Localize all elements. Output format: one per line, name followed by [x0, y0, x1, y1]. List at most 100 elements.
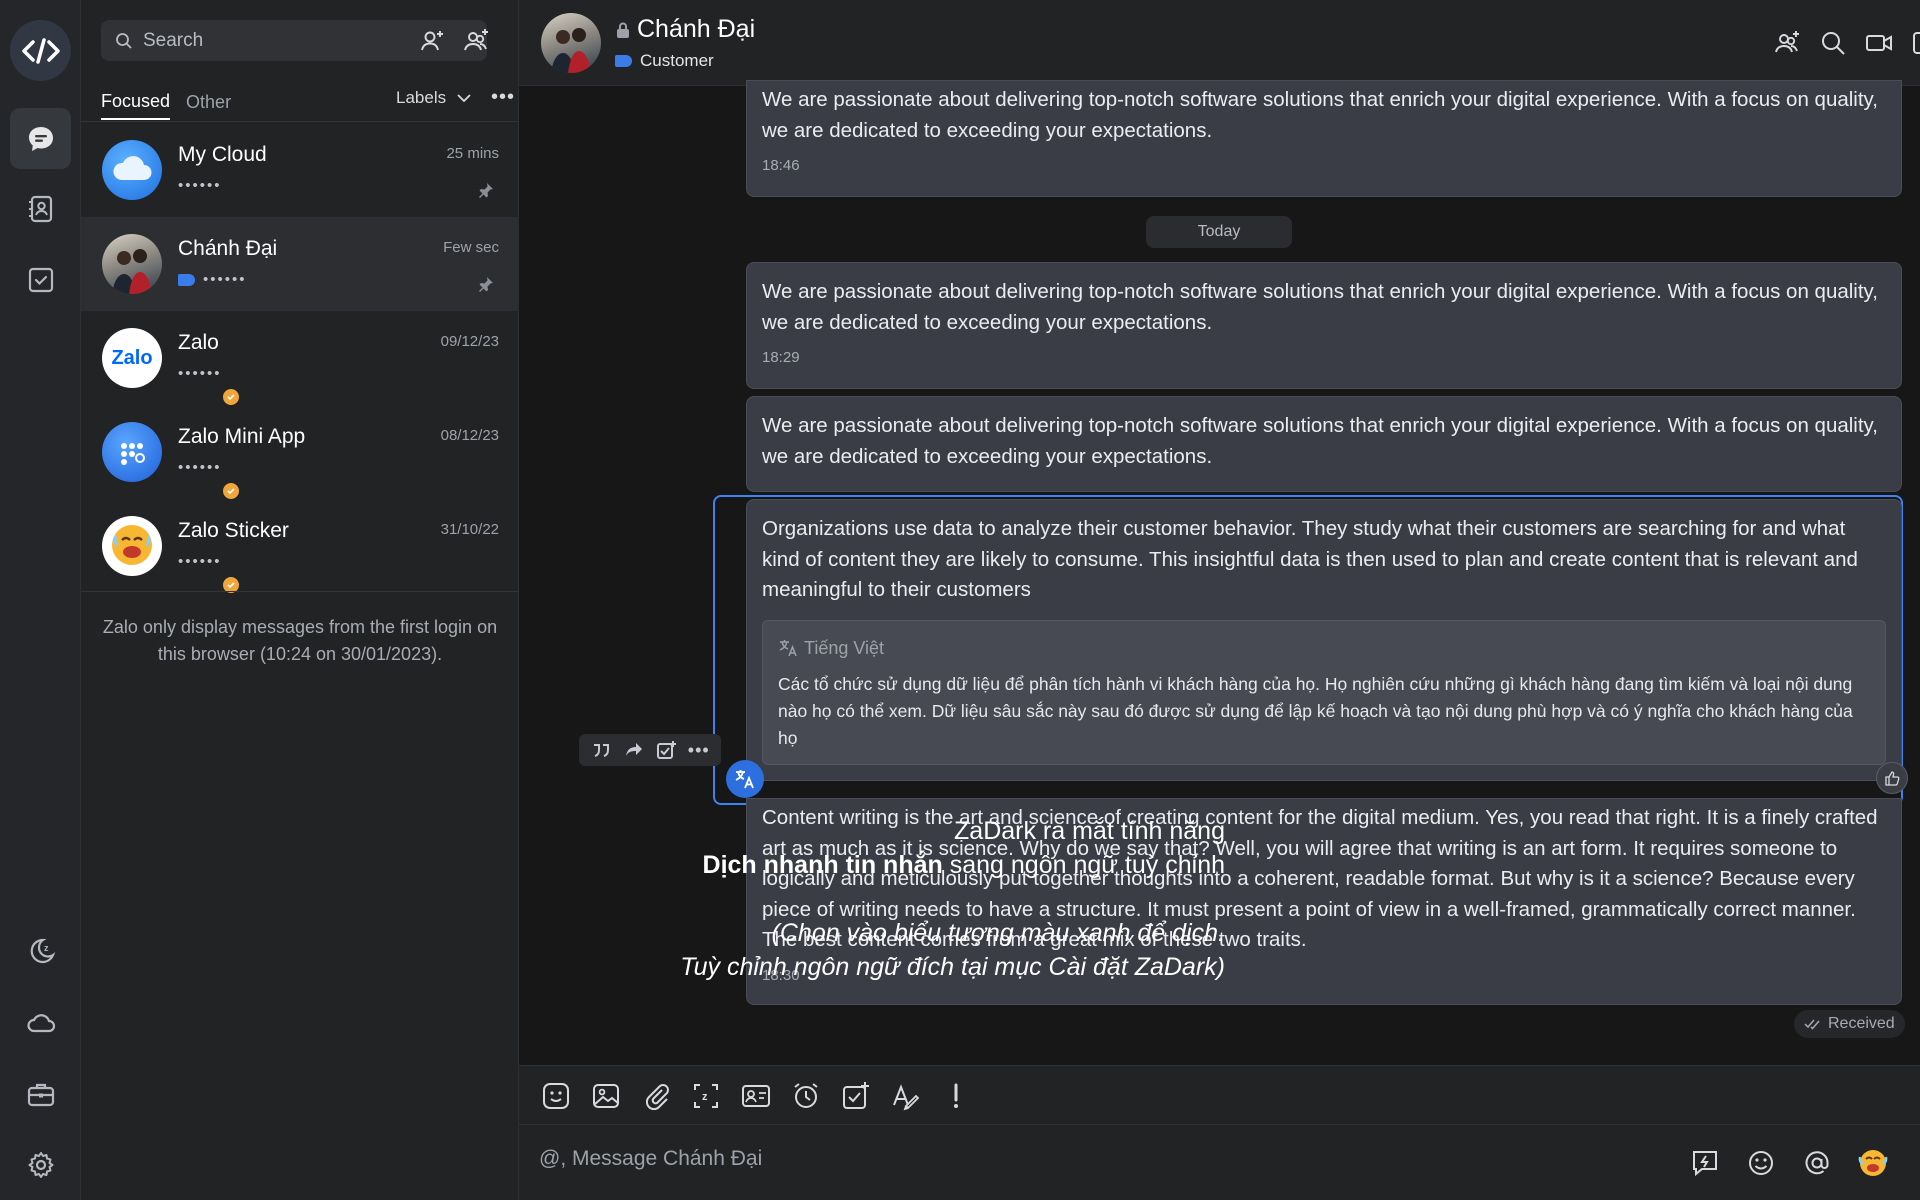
add-friend-icon[interactable] — [417, 26, 447, 56]
text-format-icon[interactable] — [890, 1080, 922, 1112]
sidebar-toggle-icon[interactable] — [1910, 28, 1920, 58]
customer-label-tag — [178, 273, 195, 286]
conversation-item-zalo[interactable]: Zalo Zalo 09/12/23 •••••• — [81, 311, 519, 407]
pin-icon — [479, 183, 493, 198]
conversation-name: Zalo — [178, 331, 219, 354]
preview-text: •••••• — [178, 553, 222, 570]
zalo-sticker-logo-icon — [102, 516, 162, 576]
avatar[interactable] — [541, 13, 601, 73]
checkbox-icon — [28, 267, 53, 292]
nav-contacts[interactable] — [10, 178, 71, 239]
moon-z-icon: z — [30, 938, 55, 963]
nav-rail: z — [0, 0, 81, 1200]
screenshot-icon[interactable]: z — [690, 1080, 722, 1112]
translation-text: Các tổ chức sử dụng dữ liệu để phân tích… — [778, 674, 1853, 748]
nav-todo[interactable] — [10, 249, 71, 310]
sticker-icon[interactable] — [540, 1080, 572, 1112]
conversation-time: 31/10/22 — [440, 521, 499, 538]
chat-header: Chánh Đại Customer — [519, 0, 1920, 86]
promo-line-3: (Chọn vào biểu tượng màu xanh để dịch. — [771, 919, 1225, 947]
pin-icon — [479, 277, 493, 292]
conversation-item-chanh-dai[interactable]: Chánh Đại Few sec •••••• — [81, 217, 519, 311]
svg-text:z: z — [44, 943, 49, 953]
more-actions-icon[interactable]: ••• — [688, 740, 710, 761]
promo-line-1: ZaDark ra mắt tính năng — [954, 817, 1225, 845]
add-task-icon[interactable] — [655, 739, 677, 761]
nav-settings[interactable] — [10, 1134, 71, 1195]
preview-text: •••••• — [178, 177, 222, 194]
conversation-time: 09/12/23 — [440, 333, 499, 350]
emoji-icon[interactable] — [1745, 1147, 1777, 1179]
translate-button[interactable] — [726, 760, 764, 798]
attachment-icon[interactable] — [640, 1080, 672, 1112]
urgent-exclamation-icon[interactable] — [940, 1080, 972, 1112]
quote-icon[interactable] — [590, 739, 612, 761]
video-call-icon[interactable] — [1864, 28, 1894, 58]
conversation-preview: •••••• — [178, 365, 222, 382]
status-badge: Received — [1794, 1010, 1905, 1038]
react-like-button[interactable] — [1876, 762, 1908, 794]
message-text: We are passionate about delivering top-n… — [762, 414, 1878, 468]
chat-label[interactable]: Customer — [615, 51, 714, 71]
create-group-icon[interactable] — [461, 26, 491, 56]
assign-task-icon[interactable] — [840, 1080, 872, 1112]
translation-box: Tiếng Việt Các tổ chức sử dụng dữ liệu đ… — [762, 619, 1886, 765]
zadark-logo-icon[interactable] — [10, 20, 71, 81]
contact-card-icon[interactable] — [740, 1080, 772, 1112]
chat-bubble-icon — [28, 126, 53, 151]
nav-messages[interactable] — [10, 108, 71, 169]
message-actions-bar: ••• — [579, 734, 721, 766]
conversation-list-panel: Search Focused Other Labels ••• My Cloud… — [81, 0, 519, 1200]
composer-toolbar: z — [519, 1065, 1920, 1125]
conversation-preview: •••••• — [178, 459, 222, 476]
nav-cloud[interactable] — [10, 992, 71, 1053]
gear-icon — [28, 1151, 53, 1178]
quick-sticker-icon[interactable] — [1857, 1147, 1889, 1179]
message-bubble[interactable]: Organizations use data to analyze their … — [746, 499, 1902, 781]
conversation-name: Zalo Sticker — [178, 519, 289, 542]
cloud-icon — [113, 156, 152, 180]
search-icon[interactable] — [1818, 28, 1848, 58]
forward-icon[interactable] — [623, 739, 645, 761]
reminder-alarm-icon[interactable] — [790, 1080, 822, 1112]
double-check-icon — [1804, 1019, 1820, 1030]
nav-zadark[interactable]: z — [10, 920, 71, 981]
chat-title: Chánh Đại — [615, 15, 755, 44]
nav-toolbox[interactable] — [10, 1063, 71, 1124]
list-divider — [81, 121, 519, 122]
preview-text: •••••• — [178, 459, 222, 476]
conversation-item-zalo-sticker[interactable]: Zalo Sticker 31/10/22 •••••• — [81, 499, 519, 595]
search-placeholder: Search — [143, 29, 204, 51]
quick-message-icon[interactable] — [1689, 1147, 1721, 1179]
preview-text: •••••• — [203, 271, 247, 288]
conversation-preview: •••••• — [178, 177, 222, 194]
promo-line-2: Dịch nhanh tin nhắn sang ngôn ngữ tuỳ ch… — [519, 848, 1225, 882]
message-text: We are passionate about delivering top-n… — [762, 280, 1878, 334]
list-more-icon[interactable]: ••• — [491, 86, 515, 109]
chat-panel: Chánh Đại Customer We are passionate abo… — [519, 0, 1920, 1200]
message-bubble[interactable]: We are passionate about delivering top-n… — [746, 80, 1902, 197]
translate-icon — [735, 770, 754, 789]
tab-other[interactable]: Other — [186, 92, 231, 119]
conversation-preview: •••••• — [178, 553, 222, 570]
translation-language-label: Tiếng Việt — [804, 637, 885, 658]
translation-language: Tiếng Việt — [778, 633, 1870, 664]
person-photo-icon — [551, 28, 591, 73]
message-bubble[interactable]: We are passionate about delivering top-n… — [746, 262, 1902, 389]
message-bubble[interactable]: We are passionate about delivering top-n… — [746, 396, 1902, 492]
add-to-group-icon[interactable] — [1772, 28, 1802, 58]
mention-icon[interactable] — [1801, 1147, 1833, 1179]
labels-dropdown[interactable]: Labels — [396, 88, 472, 108]
promo-line-2-bold: Dịch nhanh tin nhắn — [702, 851, 943, 879]
tab-focused[interactable]: Focused — [101, 91, 171, 120]
message-input[interactable]: @, Message Chánh Đại — [539, 1147, 762, 1171]
conversation-item-zalo-mini-app[interactable]: Zalo Mini App 08/12/23 •••••• — [81, 405, 519, 501]
conversation-time: 25 mins — [446, 145, 499, 162]
zalo-mini-app-logo-icon — [102, 422, 162, 482]
avatar — [102, 234, 162, 294]
conversation-item-my-cloud[interactable]: My Cloud 25 mins •••••• — [81, 123, 519, 217]
image-icon[interactable] — [590, 1080, 622, 1112]
status-text: Received — [1828, 1015, 1895, 1032]
verified-badge-icon — [221, 387, 241, 407]
verified-badge-icon — [221, 481, 241, 501]
